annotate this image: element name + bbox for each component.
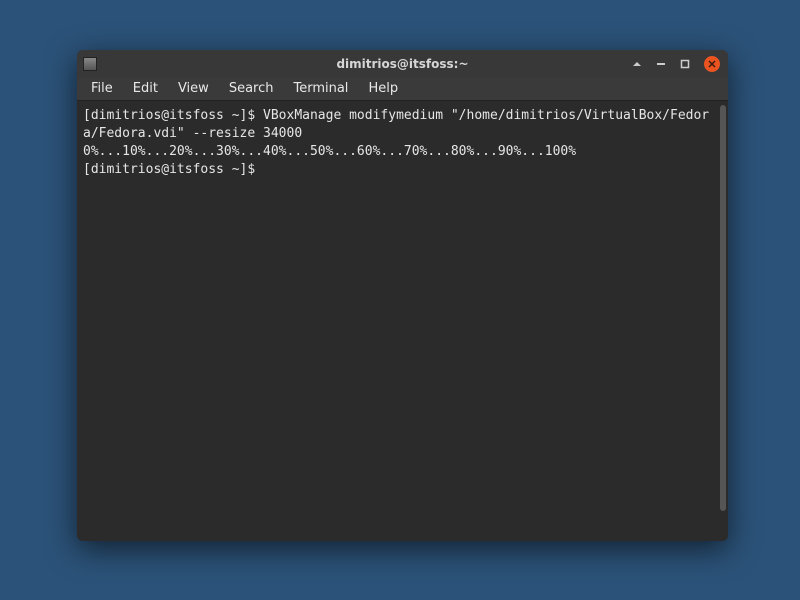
terminal-output[interactable]: [dimitrios@itsfoss ~]$ VBoxManage modify… <box>77 101 718 541</box>
terminal-viewport: [dimitrios@itsfoss ~]$ VBoxManage modify… <box>77 101 728 541</box>
keep-above-button[interactable] <box>626 55 648 73</box>
window-controls <box>626 50 724 77</box>
menu-search[interactable]: Search <box>219 79 284 98</box>
maximize-button[interactable] <box>674 55 696 73</box>
titlebar: dimitrios@itsfoss:~ <box>77 50 728 77</box>
terminal-app-icon <box>83 57 97 71</box>
menubar: File Edit View Search Terminal Help <box>77 77 728 101</box>
close-button[interactable] <box>704 56 720 72</box>
menu-view[interactable]: View <box>168 79 219 98</box>
menu-help[interactable]: Help <box>358 79 408 98</box>
terminal-window: dimitrios@itsfoss:~ File Edit View Searc… <box>77 50 728 541</box>
scrollbar-thumb[interactable] <box>720 105 726 511</box>
menu-file[interactable]: File <box>81 79 123 98</box>
minimize-button[interactable] <box>650 55 672 73</box>
menu-terminal[interactable]: Terminal <box>283 79 358 98</box>
menu-edit[interactable]: Edit <box>123 79 168 98</box>
